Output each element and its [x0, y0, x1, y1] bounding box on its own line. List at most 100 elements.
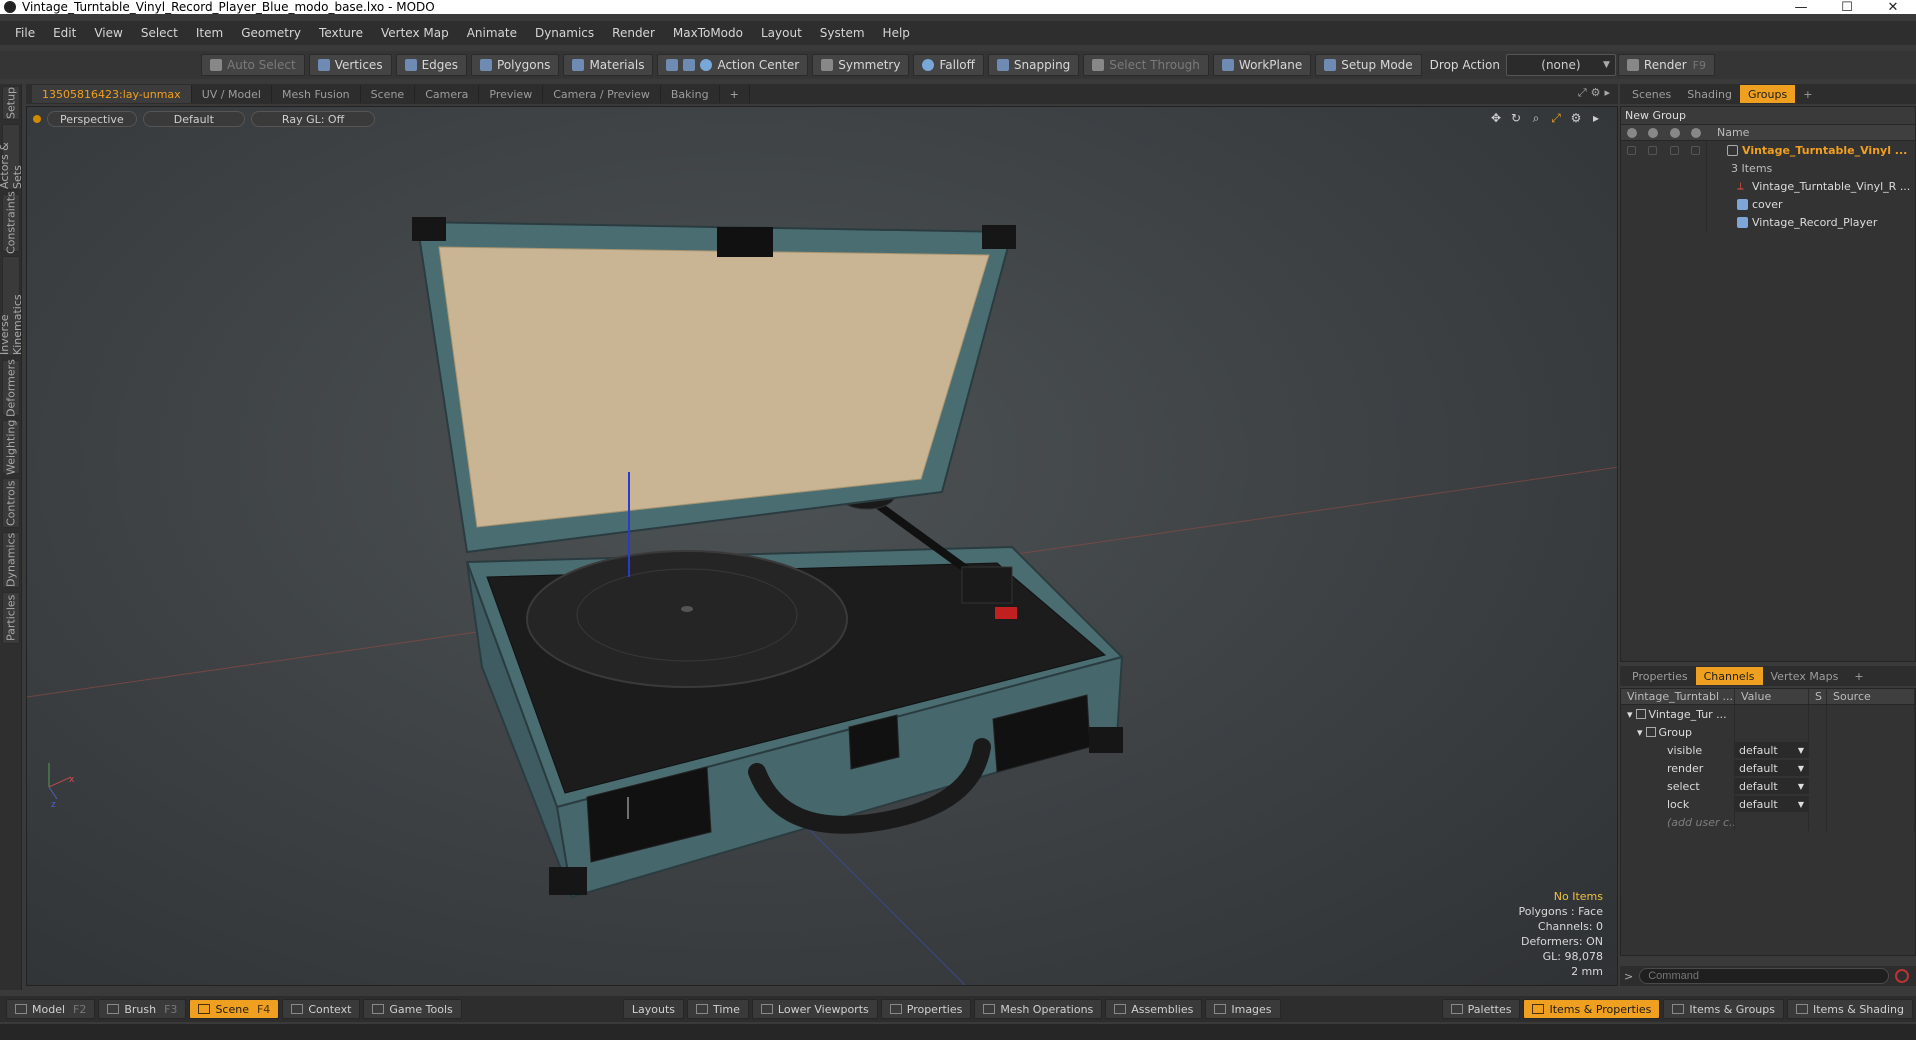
tab-vertex-maps[interactable]: Vertex Maps — [1763, 667, 1847, 685]
tree-item[interactable]: Vintage_Record_Player — [1621, 213, 1915, 231]
layouts-button[interactable]: Layouts — [622, 999, 684, 1019]
menu-dynamics[interactable]: Dynamics — [526, 21, 603, 45]
new-group-button[interactable]: New Group — [1621, 107, 1915, 125]
vtab-particles[interactable]: Particles — [2, 592, 20, 644]
3d-viewport[interactable]: Perspective Default Ray GL: Off ✥ ↻ ⌕ ⤢ … — [26, 106, 1618, 986]
vtab-dynamics[interactable]: Dynamics — [2, 532, 20, 588]
menu-layout[interactable]: Layout — [752, 21, 811, 45]
add-user-channel-row[interactable]: (add user c... — [1621, 813, 1915, 831]
select-through-button[interactable]: Select Through — [1083, 54, 1209, 76]
lock-icon[interactable] — [1669, 127, 1680, 138]
items-groups-button[interactable]: Items & Groups — [1663, 999, 1784, 1019]
channel-value-dropdown[interactable]: default ▼ — [1735, 742, 1809, 758]
vtab-deformers[interactable]: Deformers — [2, 359, 20, 417]
action-center-button[interactable]: Action Center — [657, 54, 809, 76]
tab-shading[interactable]: Shading — [1679, 85, 1740, 103]
lower-viewports-button[interactable]: Lower Viewports — [751, 999, 878, 1019]
drop-action-select[interactable]: (none) ▼ — [1505, 54, 1616, 76]
expand-icon[interactable]: ▾ — [1637, 726, 1643, 739]
tab-properties[interactable]: Properties — [1624, 667, 1696, 685]
menu-system[interactable]: System — [811, 21, 874, 45]
time-button[interactable]: Time — [686, 999, 749, 1019]
vtab-actors-sets[interactable]: Actors & Sets — [0, 124, 24, 190]
render-toggle-icon[interactable] — [1648, 127, 1659, 138]
channel-s-column[interactable]: S — [1809, 689, 1827, 704]
channel-value-dropdown[interactable]: default ▼ — [1735, 778, 1809, 794]
name-column-header[interactable]: Name — [1707, 126, 1749, 139]
channel-source-column[interactable]: Source — [1827, 689, 1915, 704]
menu-vertex-map[interactable]: Vertex Map — [372, 21, 458, 45]
eye-icon[interactable] — [1626, 127, 1637, 138]
menu-maxtomodo[interactable]: MaxToModo — [664, 21, 752, 45]
tab-groups[interactable]: Groups — [1739, 85, 1796, 103]
menu-render[interactable]: Render — [603, 21, 664, 45]
menu-item[interactable]: Item — [187, 21, 232, 45]
tab-lay-unmax[interactable]: 13505816423:lay-unmax — [32, 85, 192, 103]
tab-scene[interactable]: Scene — [361, 85, 416, 103]
tab-mesh-fusion[interactable]: Mesh Fusion — [272, 85, 361, 103]
layout-context-button[interactable]: Context — [282, 999, 361, 1019]
layout-brush-button[interactable]: Brush F3 — [98, 999, 187, 1019]
items-properties-button[interactable]: Items & Properties — [1523, 999, 1661, 1019]
snapping-button[interactable]: Snapping — [987, 54, 1080, 76]
vtab-constraints[interactable]: Constraints — [2, 192, 20, 254]
stop-icon[interactable] — [1895, 969, 1910, 983]
maximize-button[interactable]: ☐ — [1824, 0, 1870, 15]
menu-file[interactable]: File — [6, 21, 44, 45]
workplane-button[interactable]: WorkPlane — [1212, 54, 1312, 76]
auto-select-button[interactable]: Auto Select — [201, 54, 305, 76]
expand-icon[interactable]: ▾ — [1627, 708, 1633, 721]
items-shading-button[interactable]: Items & Shading — [1786, 999, 1914, 1019]
vtab-setup[interactable]: Setup — [2, 86, 20, 120]
tree-item[interactable]: ⟂ Vintage_Turntable_Vinyl_R ... — [1621, 177, 1915, 195]
channel-row-visible[interactable]: visible default ▼ — [1621, 741, 1915, 759]
vtab-controls[interactable]: Controls — [2, 478, 20, 528]
vtab-inverse-kinematics[interactable]: Inverse Kinematics — [0, 256, 24, 356]
setup-mode-button[interactable]: Setup Mode — [1315, 54, 1422, 76]
polygons-button[interactable]: Polygons — [471, 54, 560, 76]
menu-view[interactable]: View — [85, 21, 131, 45]
visibility-toggle[interactable] — [1627, 145, 1637, 155]
channel-row-render[interactable]: render default ▼ — [1621, 759, 1915, 777]
tab-channels[interactable]: Channels — [1695, 667, 1763, 685]
images-button[interactable]: Images — [1205, 999, 1281, 1019]
channel-tree-root[interactable]: ▾ Vintage_Tur ... — [1621, 705, 1915, 723]
vtab-weighting[interactable]: Weighting — [2, 419, 20, 475]
vertices-button[interactable]: Vertices — [308, 54, 392, 76]
tree-item-group[interactable]: Vintage_Turntable_Vinyl ... — [1621, 141, 1915, 159]
tab-camera-preview[interactable]: Camera / Preview — [543, 85, 661, 103]
menu-geometry[interactable]: Geometry — [232, 21, 310, 45]
viewport-options-icon[interactable]: ⤢⚙▸ — [1578, 86, 1614, 100]
channel-name-column[interactable]: Vintage_Turntabl ... — [1621, 689, 1735, 704]
tab-scenes[interactable]: Scenes — [1624, 85, 1679, 103]
layout-scene-button[interactable]: Scene F4 — [189, 999, 280, 1019]
close-button[interactable]: ✕ — [1870, 0, 1916, 15]
render-button[interactable]: Render F9 — [1617, 54, 1715, 76]
palettes-button[interactable]: Palettes — [1441, 999, 1521, 1019]
add-tab-button[interactable]: + — [720, 85, 750, 103]
symmetry-button[interactable]: Symmetry — [812, 54, 910, 76]
channel-tree-group[interactable]: ▾ Group — [1621, 723, 1915, 741]
menu-animate[interactable]: Animate — [458, 21, 526, 45]
assemblies-button[interactable]: Assemblies — [1105, 999, 1203, 1019]
layout-game-tools-button[interactable]: Game Tools — [363, 999, 462, 1019]
channel-value-column[interactable]: Value — [1735, 689, 1809, 704]
command-input[interactable] — [1639, 968, 1890, 984]
channel-value-dropdown[interactable]: default ▼ — [1735, 796, 1809, 812]
tab-uv-model[interactable]: UV / Model — [192, 85, 272, 103]
tab-camera[interactable]: Camera — [415, 85, 480, 103]
properties-button[interactable]: Properties — [880, 999, 972, 1019]
tab-baking[interactable]: Baking — [661, 85, 720, 103]
menu-select[interactable]: Select — [132, 21, 187, 45]
render-toggle[interactable] — [1648, 145, 1658, 155]
tab-preview[interactable]: Preview — [479, 85, 544, 103]
select-toggle-icon[interactable] — [1691, 127, 1702, 138]
tree-item[interactable]: cover — [1621, 195, 1915, 213]
menu-edit[interactable]: Edit — [44, 21, 85, 45]
channel-row-select[interactable]: select default ▼ — [1621, 777, 1915, 795]
edges-button[interactable]: Edges — [395, 54, 468, 76]
select-toggle[interactable] — [1690, 145, 1700, 155]
minimize-button[interactable]: — — [1778, 0, 1824, 15]
channel-value-dropdown[interactable]: default ▼ — [1735, 760, 1809, 776]
menu-texture[interactable]: Texture — [310, 21, 372, 45]
